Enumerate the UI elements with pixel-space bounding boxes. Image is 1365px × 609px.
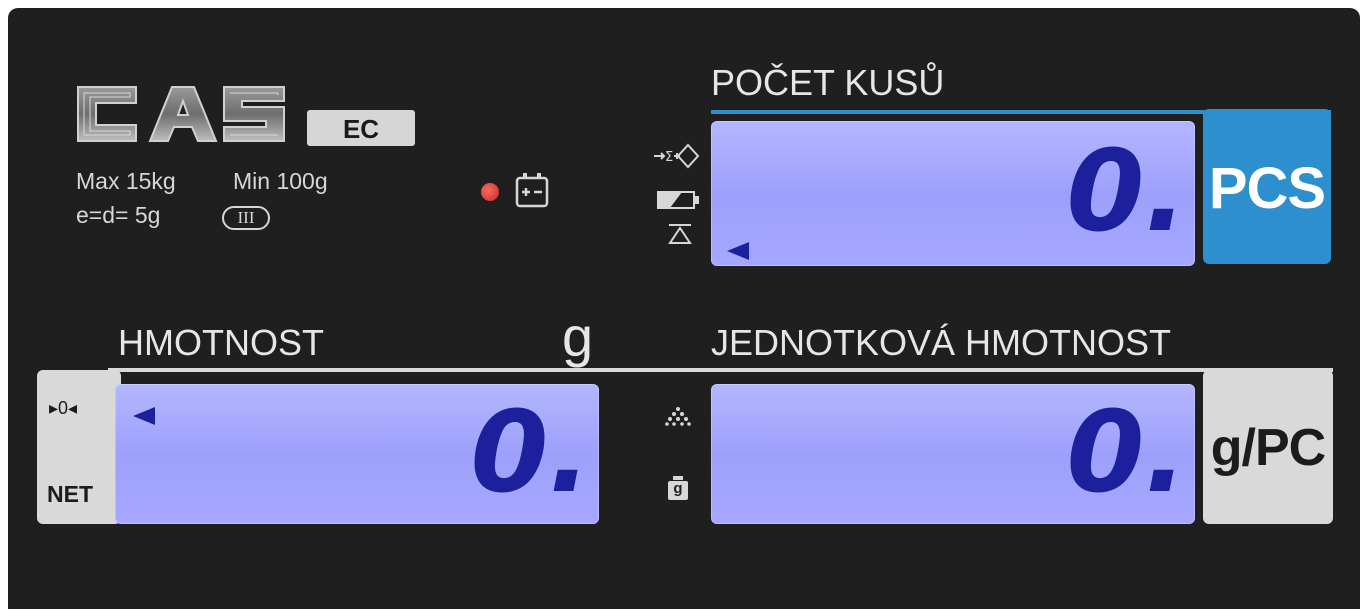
pcs-unit-text: PCS [1208, 156, 1326, 221]
pcs-unit-label: PCS [1203, 109, 1331, 264]
lower-frame-line [108, 368, 1333, 372]
weight-indicator-arrow [133, 407, 155, 425]
count-title: POČET KUSŮ [711, 62, 945, 103]
spec-max: Max 15kg [76, 168, 176, 194]
model-badge-label: EC [342, 114, 380, 144]
gpc-unit-label: g/PC [1203, 370, 1333, 524]
weight-lcd: 0. [115, 384, 599, 524]
scale-display-panel: EC Max 15kg Min 100g e=d= 5g III POČET K… [8, 8, 1360, 609]
unit-weight-title: JEDNOTKOVÁ HMOTNOST [711, 322, 1172, 363]
count-value: 0. [1066, 127, 1187, 257]
weight-g-icon-letter: g [673, 480, 683, 497]
cas-logo [77, 86, 285, 142]
net-label: NET [47, 481, 93, 507]
battery-charge-icon [515, 173, 549, 208]
count-indicator-arrow [727, 242, 749, 260]
count-lcd: 0. [711, 121, 1195, 266]
gpc-unit-text: g/PC [1210, 419, 1326, 477]
spec-division: e=d= 5g [76, 202, 161, 228]
accuracy-class-label: III [237, 208, 255, 227]
weight-unit: g [562, 305, 594, 368]
spec-min: Min 100g [233, 168, 328, 194]
power-led [481, 183, 499, 201]
low-battery-icon [657, 191, 699, 209]
weight-g-icon: g [668, 476, 688, 500]
accumulate-sum-icon: Σ [654, 143, 700, 169]
accuracy-class-badge: III [222, 206, 270, 230]
unit-weight-lcd: 0. [711, 384, 1195, 524]
zero-label: ▸0◂ [49, 398, 78, 418]
weight-title: HMOTNOST [118, 322, 324, 363]
model-badge: EC [307, 110, 415, 146]
sample-dots-icon [665, 407, 691, 426]
weight-value: 0. [470, 388, 591, 518]
svg-text:Σ: Σ [665, 150, 673, 165]
unit-weight-value: 0. [1066, 388, 1187, 518]
stable-icon [668, 224, 692, 244]
zero-net-label: ▸0◂ NET [37, 370, 121, 524]
